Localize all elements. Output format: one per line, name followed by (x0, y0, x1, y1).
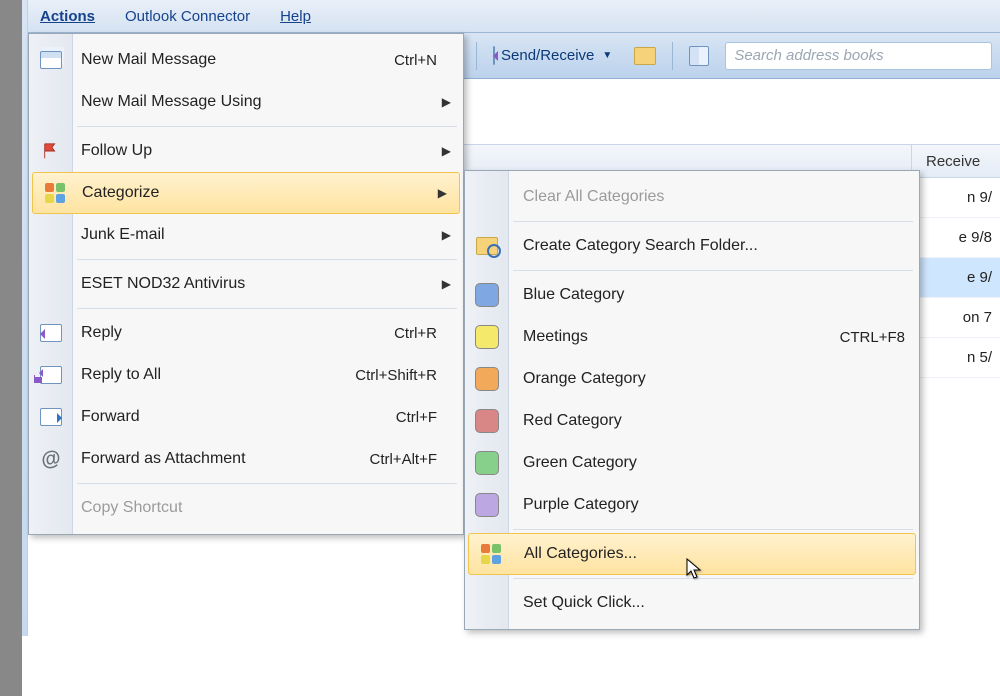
search-folder-icon (473, 232, 501, 260)
color-swatch-orange (475, 367, 499, 391)
color-swatch-blue (475, 283, 499, 307)
chevron-down-icon: ▼ (602, 50, 612, 61)
send-receive-button[interactable]: Send/Receive ▼ (487, 43, 618, 68)
submenu-arrow-icon: ▶ (442, 277, 451, 291)
menu-item-reply[interactable]: Reply Ctrl+R (29, 312, 463, 354)
color-swatch-red (475, 409, 499, 433)
menu-item-category-orange[interactable]: Orange Category (465, 358, 919, 400)
menu-actions[interactable]: Actions (34, 4, 101, 29)
open-folder-button[interactable] (628, 43, 662, 69)
menu-item-category-red[interactable]: Red Category (465, 400, 919, 442)
menu-item-follow-up[interactable]: Follow Up ▶ (29, 130, 463, 172)
actions-menu: New Mail Message Ctrl+N New Mail Message… (28, 33, 464, 535)
categorize-submenu: Clear All Categories Create Category Sea… (464, 170, 920, 630)
submenu-arrow-icon: ▶ (438, 186, 447, 200)
folder-open-icon (634, 47, 656, 65)
menu-item-categorize[interactable]: Categorize ▶ (32, 172, 460, 214)
send-receive-label: Send/Receive (501, 47, 594, 64)
menu-item-clear-categories: Clear All Categories (465, 176, 919, 218)
menu-item-category-green[interactable]: Green Category (465, 442, 919, 484)
menubar: Actions Outlook Connector Help (28, 0, 1000, 33)
address-book-icon (689, 46, 709, 66)
menu-item-eset-antivirus[interactable]: ESET NOD32 Antivirus ▶ (29, 263, 463, 305)
menu-item-category-meetings[interactable]: Meetings CTRL+F8 (465, 316, 919, 358)
menu-item-forward[interactable]: Forward Ctrl+F (29, 396, 463, 438)
new-mail-icon (37, 46, 65, 74)
search-placeholder: Search address books (734, 47, 883, 64)
menu-item-new-mail-using[interactable]: New Mail Message Using ▶ (29, 81, 463, 123)
menu-item-copy-shortcut: Copy Shortcut (29, 487, 463, 529)
menu-item-new-mail[interactable]: New Mail Message Ctrl+N (29, 39, 463, 81)
menu-item-category-purple[interactable]: Purple Category (465, 484, 919, 526)
menu-item-all-categories[interactable]: All Categories... (468, 533, 916, 575)
submenu-arrow-icon: ▶ (442, 95, 451, 109)
address-book-search-input[interactable]: Search address books (725, 42, 992, 70)
reply-icon (37, 319, 65, 347)
reply-all-icon (37, 361, 65, 389)
menu-item-junk-email[interactable]: Junk E-mail ▶ (29, 214, 463, 256)
forward-icon (37, 403, 65, 431)
menu-help[interactable]: Help (274, 4, 317, 29)
menu-item-create-category-search-folder[interactable]: Create Category Search Folder... (465, 225, 919, 267)
send-receive-icon (493, 47, 495, 64)
address-book-button[interactable] (683, 42, 715, 70)
submenu-arrow-icon: ▶ (442, 228, 451, 242)
menu-item-set-quick-click[interactable]: Set Quick Click... (465, 582, 919, 624)
color-swatch-yellow (475, 325, 499, 349)
flag-icon (37, 137, 65, 165)
color-swatch-green (475, 451, 499, 475)
submenu-arrow-icon: ▶ (442, 144, 451, 158)
menu-item-forward-attachment[interactable]: @ Forward as Attachment Ctrl+Alt+F (29, 438, 463, 480)
menu-outlook-connector[interactable]: Outlook Connector (119, 4, 256, 29)
categorize-icon (477, 540, 505, 568)
menu-item-category-blue[interactable]: Blue Category (465, 274, 919, 316)
column-received[interactable]: Receive (912, 145, 1000, 177)
categorize-icon (41, 179, 69, 207)
color-swatch-purple (475, 493, 499, 517)
paperclip-icon: @ (35, 443, 67, 475)
menu-item-reply-all[interactable]: Reply to All Ctrl+Shift+R (29, 354, 463, 396)
